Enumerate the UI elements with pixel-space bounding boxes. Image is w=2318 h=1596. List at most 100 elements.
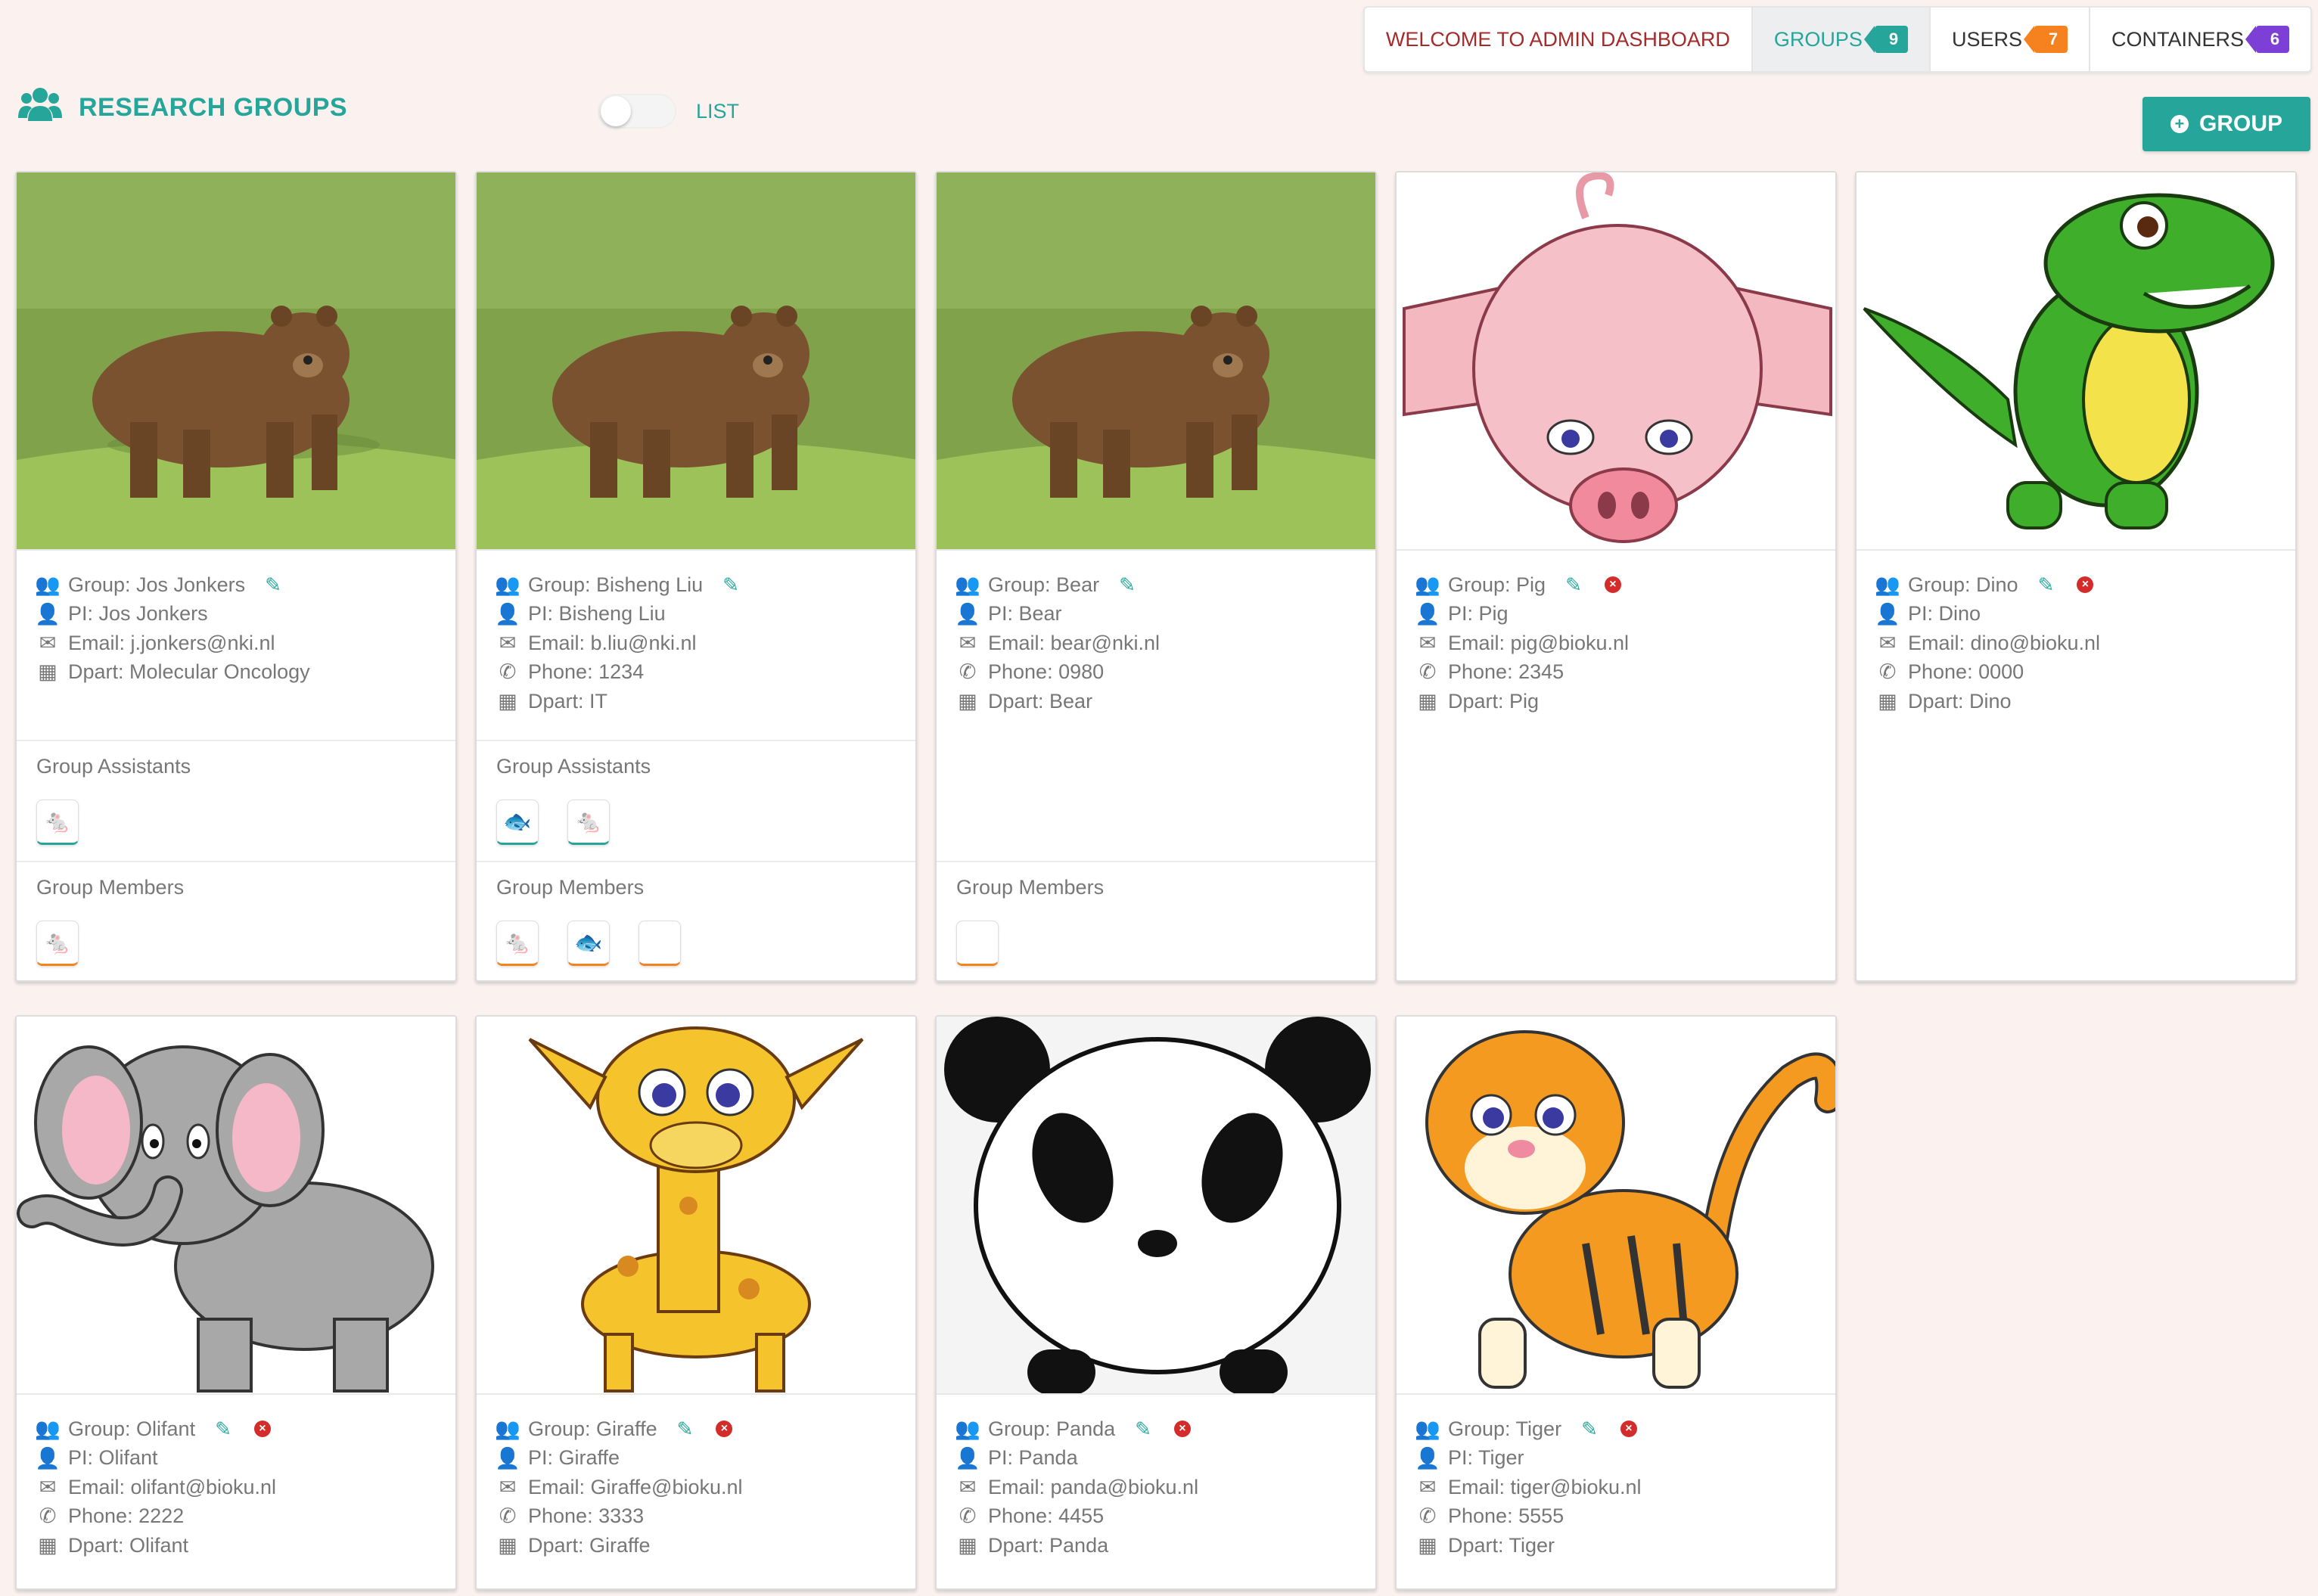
envelope-icon: ✉: [959, 631, 977, 654]
avatar-goldfish[interactable]: 🐟: [496, 800, 539, 845]
plus-circle-icon: +: [2170, 115, 2189, 133]
users-icon: 👥: [955, 1417, 980, 1441]
edit-icon[interactable]: ✎: [1119, 573, 1136, 597]
avatar-mouse[interactable]: 🐁: [36, 921, 79, 966]
phone-icon: ✆: [1878, 660, 1897, 684]
phone-icon: ✆: [39, 1504, 57, 1528]
building-icon: ▦: [958, 1533, 977, 1557]
delete-icon[interactable]: ×: [1173, 1421, 1191, 1438]
phone-icon: ✆: [499, 1504, 517, 1528]
email-text: Email: j.jonkers@nki.nl: [68, 631, 275, 654]
user-icon: 👤: [35, 602, 61, 626]
avatar-goldfish[interactable]: 🐟: [567, 921, 610, 966]
edit-icon[interactable]: ✎: [722, 573, 739, 597]
edit-icon[interactable]: ✎: [1565, 573, 1582, 597]
users-icon: 👥: [1415, 1417, 1440, 1441]
building-icon: ▦: [498, 689, 517, 713]
page-header: RESEARCH GROUPS: [18, 85, 347, 131]
group-name: Group: Bisheng Liu: [528, 573, 704, 596]
group-card: 👥 Group: Giraffe ✎ × 👤 PI: Giraffe ✉ Email: G…: [475, 1015, 917, 1590]
group-assistants-section: Group Assistants 🐁: [17, 740, 455, 845]
group-card: 👥 Group: Dino ✎ × 👤 PI: Dino ✉ Email: dino@bi…: [1855, 171, 2297, 982]
department-text: Dpart: Dino: [1908, 689, 2012, 713]
edit-icon[interactable]: ✎: [2038, 573, 2055, 597]
delete-icon[interactable]: ×: [716, 1421, 733, 1438]
phone-icon: ✆: [1418, 1504, 1437, 1528]
phone-text: Phone: 2222: [68, 1504, 185, 1528]
users-icon: 👥: [1875, 573, 1900, 597]
phone-text: Phone: 2345: [1448, 660, 1564, 684]
delete-icon[interactable]: ×: [2077, 576, 2094, 594]
avatar-mouse[interactable]: 🐁: [567, 800, 610, 845]
user-icon: 👤: [1415, 1446, 1440, 1470]
email-text: Email: tiger@bioku.nl: [1448, 1475, 1642, 1498]
avatar-mouse[interactable]: 🐁: [496, 921, 539, 966]
pi-name: PI: Pig: [1448, 602, 1509, 626]
edit-icon[interactable]: ✎: [215, 1417, 231, 1441]
avatar-mouse[interactable]: 🐁: [36, 800, 79, 845]
group-assistants-title: Group Assistants: [36, 755, 191, 778]
group-name: Group: Tiger: [1448, 1417, 1562, 1440]
group-name: Group: Panda: [988, 1417, 1116, 1440]
avatar-blank[interactable]: [956, 921, 999, 966]
department-text: Dpart: Tiger: [1448, 1533, 1555, 1557]
edit-icon[interactable]: ✎: [265, 573, 281, 597]
group-members-title: Group Members: [956, 876, 1105, 899]
group-card: 👥 Group: Pig ✎ × 👤 PI: Pig ✉ Email: pig@bioku…: [1395, 171, 1837, 982]
group-members-section: Group Members: [937, 861, 1375, 966]
email-text: Email: Giraffe@bioku.nl: [528, 1475, 743, 1498]
edit-icon[interactable]: ✎: [1135, 1417, 1151, 1441]
group-image-panda-cartoon: [937, 1017, 1375, 1395]
users-group-icon: [18, 85, 62, 131]
edit-icon[interactable]: ✎: [677, 1417, 694, 1441]
phone-text: Phone: 5555: [1448, 1504, 1564, 1528]
group-name: Group: Giraffe: [528, 1417, 657, 1440]
building-icon: ▦: [38, 1533, 57, 1557]
pi-name: PI: Tiger: [1448, 1446, 1524, 1470]
group-image-dino-cartoon: [1857, 172, 2295, 551]
users-icon: 👥: [35, 573, 61, 597]
nav-users[interactable]: USERS 7: [1928, 8, 2089, 71]
phone-icon: ✆: [1418, 660, 1437, 684]
department-text: Dpart: Panda: [988, 1533, 1109, 1557]
delete-icon[interactable]: ×: [1620, 1421, 1637, 1438]
group-assistants-section: Group Assistants 🐟 🐁: [477, 740, 915, 845]
add-group-button[interactable]: + GROUP: [2142, 97, 2310, 151]
avatar-blank[interactable]: [639, 921, 681, 966]
group-members-section: Group Members 🐁: [17, 861, 455, 966]
delete-icon[interactable]: ×: [253, 1421, 271, 1438]
group-card: 👥 Group: Jos Jonkers ✎ 👤 PI: Jos Jonkers ✉ E…: [15, 171, 457, 982]
group-image-elephant-cartoon: [17, 1017, 455, 1395]
nav-groups-label: GROUPS: [1773, 27, 1863, 51]
users-icon: 👥: [495, 573, 520, 597]
group-name: Group: Olifant: [68, 1417, 196, 1440]
edit-icon[interactable]: ✎: [1581, 1417, 1598, 1441]
building-icon: ▦: [38, 660, 57, 684]
nav-groups[interactable]: GROUPS 9: [1751, 8, 1929, 71]
building-icon: ▦: [498, 1533, 517, 1557]
email-text: Email: b.liu@nki.nl: [528, 631, 697, 654]
delete-icon[interactable]: ×: [1604, 576, 1621, 594]
group-image-tiger-cartoon: [1397, 1017, 1835, 1395]
users-icon: 👥: [1415, 573, 1440, 597]
pi-name: PI: Giraffe: [528, 1446, 620, 1470]
add-group-label: GROUP: [2198, 111, 2282, 136]
users-icon: 👥: [955, 573, 980, 597]
building-icon: ▦: [958, 689, 977, 713]
envelope-icon: ✉: [499, 631, 517, 654]
nav-containers[interactable]: CONTAINERS 6: [2088, 8, 2310, 71]
nav-welcome-label: WELCOME TO ADMIN DASHBOARD: [1385, 27, 1730, 51]
list-view-switch[interactable]: [598, 94, 676, 129]
user-icon: 👤: [955, 602, 980, 626]
group-assistants-title: Group Assistants: [496, 755, 651, 778]
envelope-icon: ✉: [499, 1475, 517, 1498]
phone-text: Phone: 3333: [528, 1504, 645, 1528]
envelope-icon: ✉: [959, 1475, 977, 1498]
group-image-giraffe-cartoon: [477, 1017, 915, 1395]
phone-text: Phone: 4455: [988, 1504, 1105, 1528]
pi-name: PI: Bear: [988, 602, 1062, 626]
nav-welcome[interactable]: WELCOME TO ADMIN DASHBOARD: [1365, 8, 1751, 71]
pi-name: PI: Jos Jonkers: [68, 602, 208, 626]
group-name: Group: Bear: [988, 573, 1100, 596]
users-count-badge: 7: [2023, 26, 2068, 53]
